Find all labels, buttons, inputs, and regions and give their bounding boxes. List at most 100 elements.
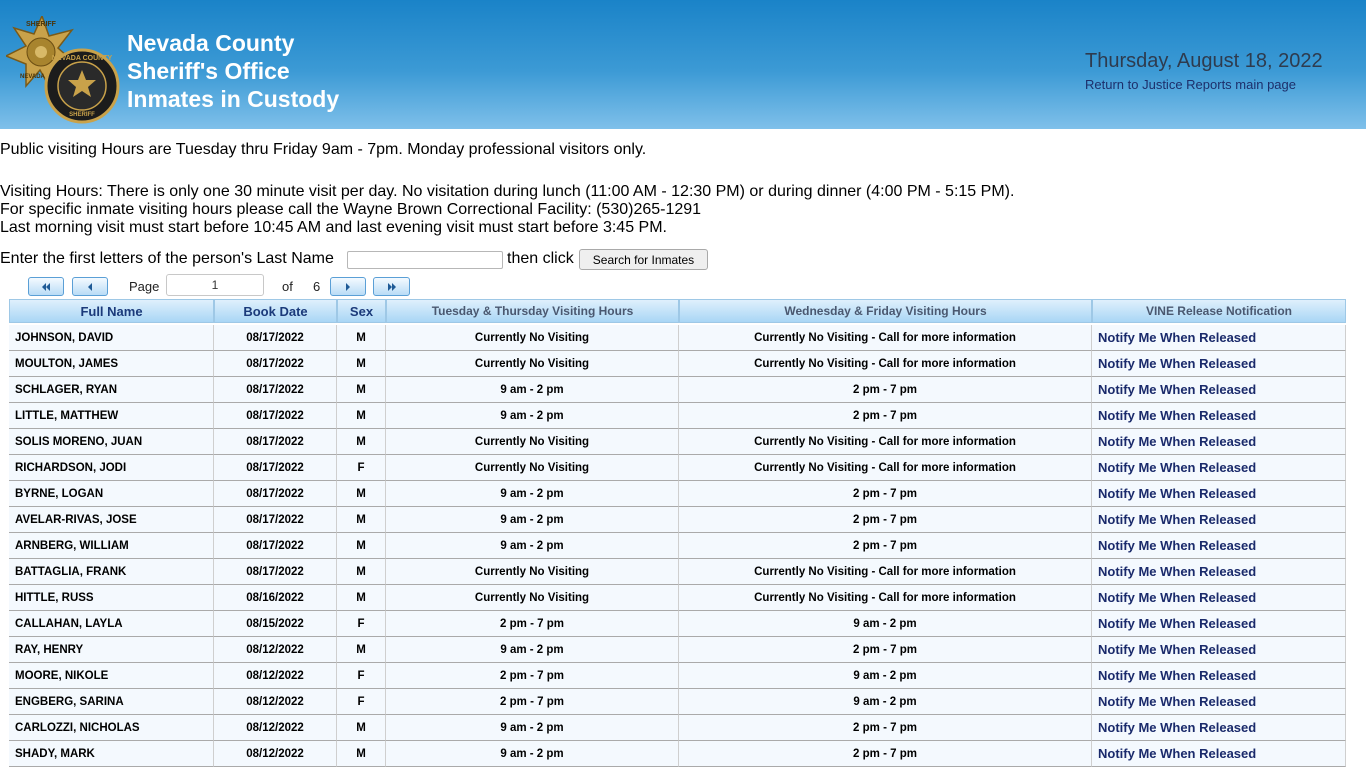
- wed-fri-hours-cell: 2 pm - 7 pm: [679, 377, 1092, 403]
- book-date-cell: 08/17/2022: [214, 559, 337, 585]
- tue-thu-hours-cell: Currently No Visiting: [386, 351, 679, 377]
- sex-cell: M: [337, 351, 386, 377]
- notify-when-released-link[interactable]: Notify Me When Released: [1092, 715, 1346, 741]
- notify-when-released-link[interactable]: Notify Me When Released: [1092, 351, 1346, 377]
- search-for-inmates-button[interactable]: Search for Inmates: [579, 249, 708, 270]
- notify-when-released-link[interactable]: Notify Me When Released: [1092, 663, 1346, 689]
- book-date-cell: 08/16/2022: [214, 585, 337, 611]
- header-book-date[interactable]: Book Date: [214, 299, 337, 323]
- tue-thu-hours-cell: Currently No Visiting: [386, 325, 679, 351]
- tue-thu-hours-cell: 2 pm - 7 pm: [386, 689, 679, 715]
- header-banner: SHERIFF NEVADA NEVADA COUNTY SHERIFF Nev…: [0, 0, 1366, 129]
- book-date-cell: 08/12/2022: [214, 715, 337, 741]
- header-sex[interactable]: Sex: [337, 299, 386, 323]
- specific-hours-notice: For specific inmate visiting hours pleas…: [0, 201, 702, 218]
- book-date-cell: 08/17/2022: [214, 481, 337, 507]
- tue-thu-hours-cell: Currently No Visiting: [386, 429, 679, 455]
- sex-cell: M: [337, 637, 386, 663]
- notify-when-released-link[interactable]: Notify Me When Released: [1092, 585, 1346, 611]
- header-wed-fri-hours[interactable]: Wednesday & Friday Visiting Hours: [679, 299, 1092, 323]
- book-date-cell: 08/17/2022: [214, 507, 337, 533]
- title-line-2: Sheriff's Office: [127, 58, 290, 84]
- svg-text:NEVADA: NEVADA: [20, 74, 46, 80]
- notify-when-released-link[interactable]: Notify Me When Released: [1092, 455, 1346, 481]
- header-full-name[interactable]: Full Name: [9, 299, 214, 323]
- notify-when-released-link[interactable]: Notify Me When Released: [1092, 429, 1346, 455]
- book-date-cell: 08/12/2022: [214, 663, 337, 689]
- page-title: Nevada County Sheriff's Office Inmates i…: [127, 29, 339, 113]
- title-line-1: Nevada County: [127, 30, 295, 56]
- sex-cell: M: [337, 507, 386, 533]
- last-page-icon: [387, 282, 396, 291]
- wed-fri-hours-cell: 9 am - 2 pm: [679, 611, 1092, 637]
- wed-fri-hours-cell: 2 pm - 7 pm: [679, 637, 1092, 663]
- wed-fri-hours-cell: 9 am - 2 pm: [679, 689, 1092, 715]
- wed-fri-hours-cell: 2 pm - 7 pm: [679, 533, 1092, 559]
- notify-when-released-link[interactable]: Notify Me When Released: [1092, 559, 1346, 585]
- notify-when-released-link[interactable]: Notify Me When Released: [1092, 611, 1346, 637]
- wed-fri-hours-cell: Currently No Visiting - Call for more in…: [679, 559, 1092, 585]
- full-name-cell: HITTLE, RUSS: [9, 585, 214, 611]
- notify-when-released-link[interactable]: Notify Me When Released: [1092, 689, 1346, 715]
- wed-fri-hours-cell: 2 pm - 7 pm: [679, 507, 1092, 533]
- full-name-cell: CARLOZZI, NICHOLAS: [9, 715, 214, 741]
- return-to-justice-reports-link[interactable]: Return to Justice Reports main page: [1085, 77, 1296, 92]
- full-name-cell: SCHLAGER, RYAN: [9, 377, 214, 403]
- wed-fri-hours-cell: Currently No Visiting - Call for more in…: [679, 429, 1092, 455]
- tue-thu-hours-cell: Currently No Visiting: [386, 585, 679, 611]
- sex-cell: M: [337, 377, 386, 403]
- notify-when-released-link[interactable]: Notify Me When Released: [1092, 533, 1346, 559]
- next-page-button[interactable]: [330, 277, 366, 296]
- notify-when-released-link[interactable]: Notify Me When Released: [1092, 481, 1346, 507]
- notify-when-released-link[interactable]: Notify Me When Released: [1092, 507, 1346, 533]
- wed-fri-hours-cell: Currently No Visiting - Call for more in…: [679, 455, 1092, 481]
- notify-when-released-link[interactable]: Notify Me When Released: [1092, 403, 1346, 429]
- search-prompt: Enter the first letters of the person's …: [0, 250, 334, 267]
- title-line-3: Inmates in Custody: [127, 86, 340, 112]
- tue-thu-hours-cell: 9 am - 2 pm: [386, 715, 679, 741]
- tue-thu-hours-cell: 9 am - 2 pm: [386, 637, 679, 663]
- current-date: Thursday, August 18, 2022: [1085, 50, 1323, 72]
- full-name-cell: MOULTON, JAMES: [9, 351, 214, 377]
- full-name-cell: JOHNSON, DAVID: [9, 325, 214, 351]
- last-page-button[interactable]: [373, 277, 410, 296]
- notify-when-released-link[interactable]: Notify Me When Released: [1092, 377, 1346, 403]
- tue-thu-hours-cell: 2 pm - 7 pm: [386, 663, 679, 689]
- of-label: of: [282, 279, 293, 294]
- tue-thu-hours-cell: 2 pm - 7 pm: [386, 611, 679, 637]
- tue-thu-hours-cell: 9 am - 2 pm: [386, 481, 679, 507]
- wed-fri-hours-cell: 2 pm - 7 pm: [679, 715, 1092, 741]
- sex-cell: M: [337, 585, 386, 611]
- tue-thu-hours-cell: 9 am - 2 pm: [386, 507, 679, 533]
- sheriff-badges-logo: SHERIFF NEVADA NEVADA COUNTY SHERIFF: [6, 16, 120, 124]
- book-date-cell: 08/12/2022: [214, 637, 337, 663]
- notify-when-released-link[interactable]: Notify Me When Released: [1092, 325, 1346, 351]
- wed-fri-hours-cell: Currently No Visiting - Call for more in…: [679, 585, 1092, 611]
- tue-thu-hours-cell: 9 am - 2 pm: [386, 377, 679, 403]
- tue-thu-hours-cell: Currently No Visiting: [386, 559, 679, 585]
- next-page-icon: [346, 282, 350, 291]
- first-page-button[interactable]: [28, 277, 64, 296]
- tue-thu-hours-cell: 9 am - 2 pm: [386, 533, 679, 559]
- header-vine-notification[interactable]: VINE Release Notification: [1092, 299, 1346, 323]
- page-number-input[interactable]: 1: [166, 274, 264, 296]
- book-date-cell: 08/15/2022: [214, 611, 337, 637]
- public-hours-notice: Public visiting Hours are Tuesday thru F…: [0, 141, 647, 158]
- full-name-cell: RAY, HENRY: [9, 637, 214, 663]
- last-name-search-input[interactable]: [347, 251, 503, 269]
- notify-when-released-link[interactable]: Notify Me When Released: [1092, 741, 1346, 767]
- sex-cell: M: [337, 715, 386, 741]
- sex-cell: M: [337, 559, 386, 585]
- header-tue-thu-hours[interactable]: Tuesday & Thursday Visiting Hours: [386, 299, 679, 323]
- tue-thu-hours-cell: 9 am - 2 pm: [386, 403, 679, 429]
- notify-when-released-link[interactable]: Notify Me When Released: [1092, 637, 1346, 663]
- svg-text:NEVADA COUNTY: NEVADA COUNTY: [52, 55, 113, 62]
- total-pages: 6: [313, 279, 321, 294]
- tue-thu-hours-cell: Currently No Visiting: [386, 455, 679, 481]
- svg-text:SHERIFF: SHERIFF: [69, 112, 95, 118]
- prev-page-button[interactable]: [72, 277, 108, 296]
- wed-fri-hours-cell: 2 pm - 7 pm: [679, 403, 1092, 429]
- book-date-cell: 08/17/2022: [214, 455, 337, 481]
- book-date-cell: 08/17/2022: [214, 429, 337, 455]
- full-name-cell: CALLAHAN, LAYLA: [9, 611, 214, 637]
